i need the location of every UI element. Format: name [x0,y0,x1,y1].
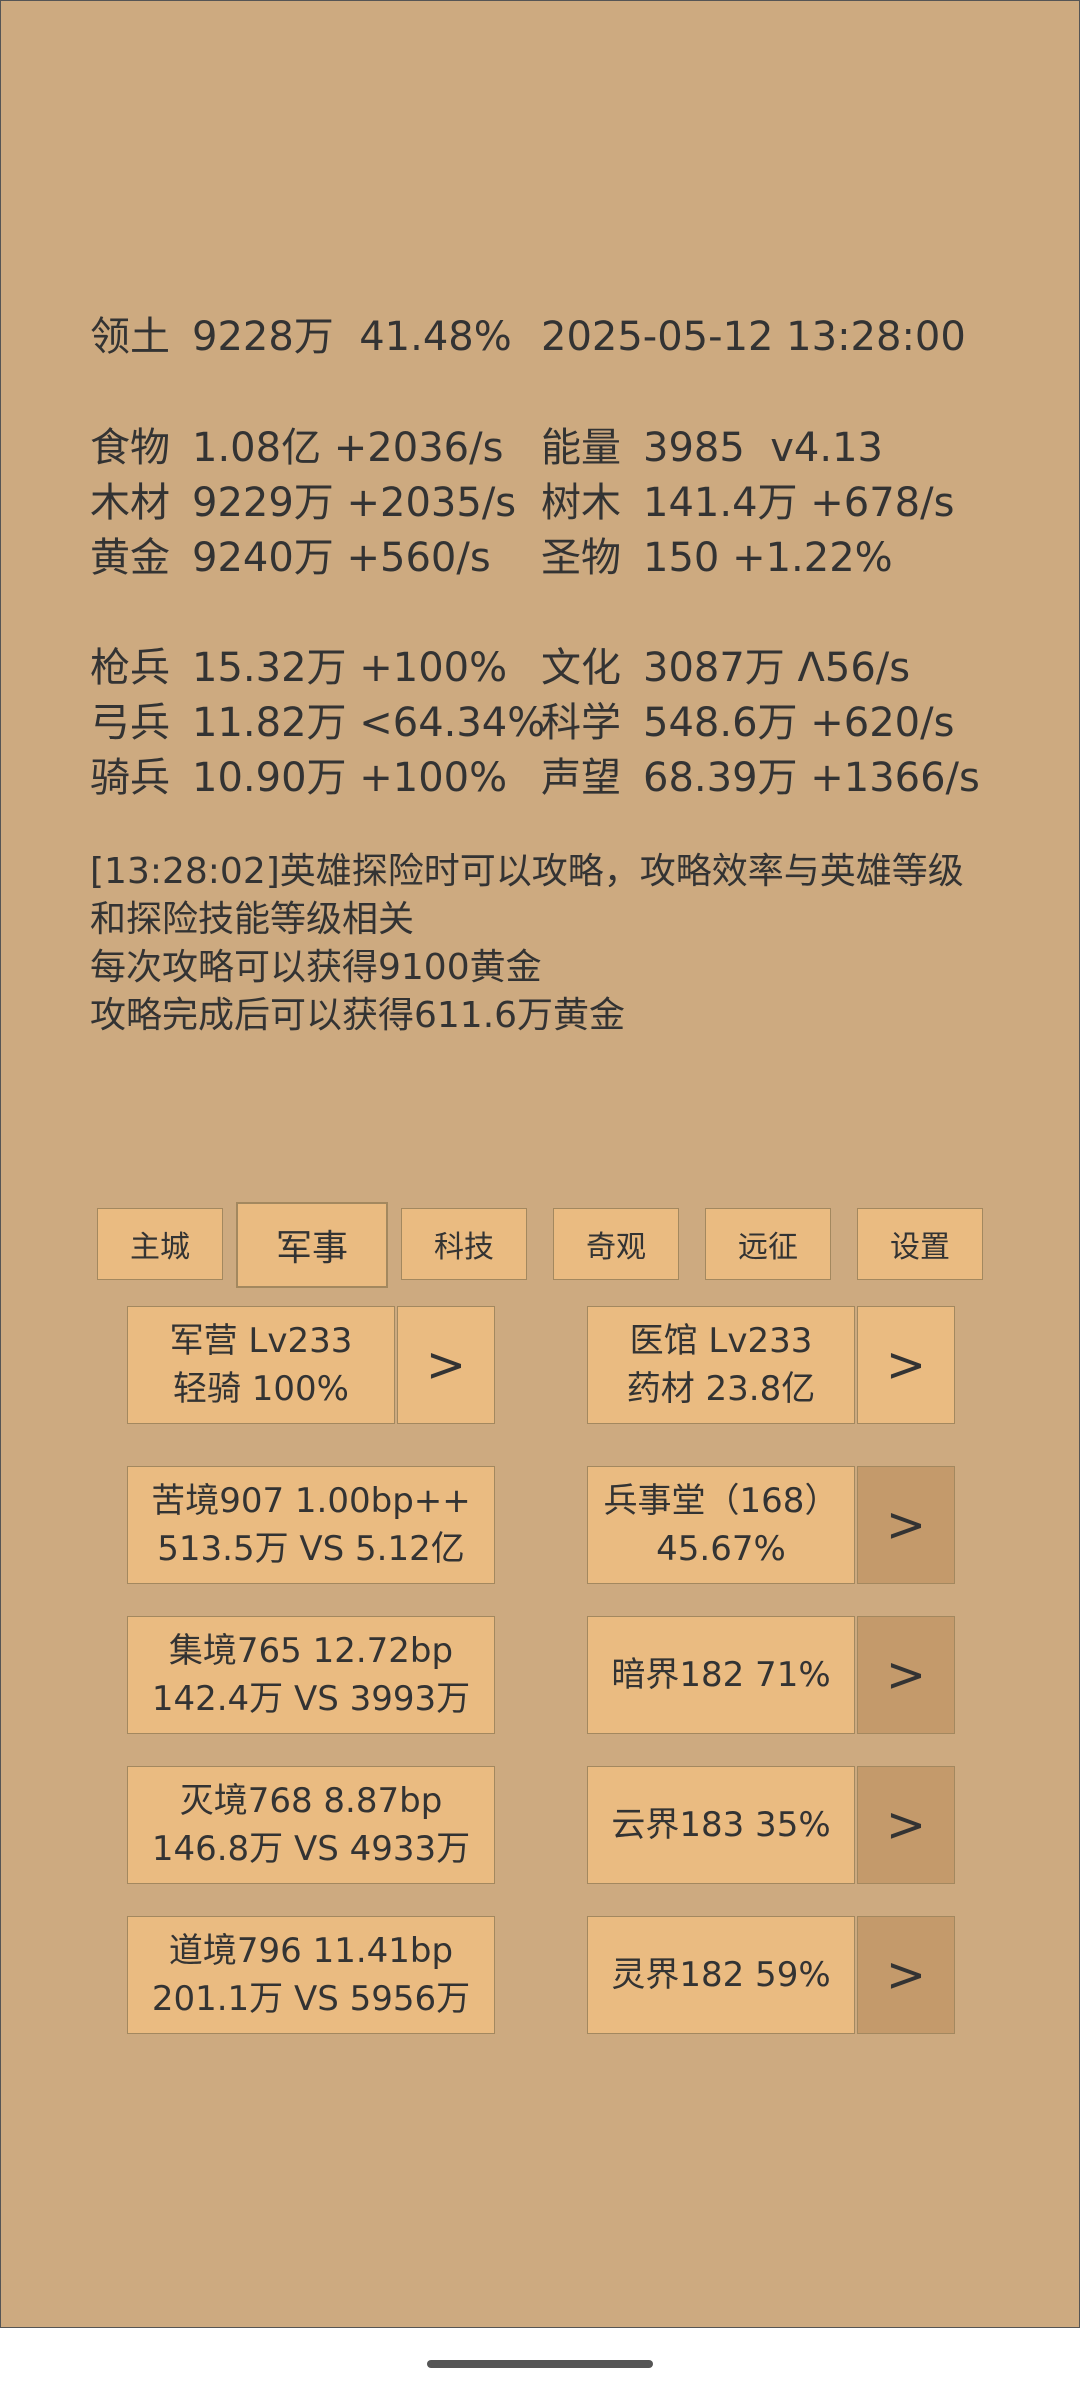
military-hall-title: 兵事堂（168） [603,1481,839,1521]
energy-value: 3985 v4.13 [643,425,883,471]
game-screen: 领土 9228万 41.48% 2025-05-12 13:28:00 食物 1… [0,0,1080,2328]
territory-value: 9228万 41.48% [192,314,512,360]
science-value: 548.6万 +620/s [643,700,955,746]
trees-value: 141.4万 +678/s [643,480,955,526]
science-label: 科学 [541,700,621,746]
world-label: 云界183 35% [611,1805,831,1845]
realm-name: 道境796 11.41bp [168,1931,454,1971]
world-card[interactable]: 灵界182 59% [587,1916,855,2034]
trees-label: 树木 [541,480,621,526]
relic-label: 圣物 [541,535,621,581]
realm-card[interactable]: 苦境907 1.00bp++ 513.5万 VS 5.12亿 [127,1466,495,1584]
culture-value: 3087万 Λ56/s [643,645,911,691]
hospital-level: 医馆 Lv233 [629,1321,813,1361]
realm-name: 苦境907 1.00bp++ [151,1481,471,1521]
food-label: 食物 [90,425,170,471]
game-datetime: 2025-05-12 13:28:00 [541,314,966,360]
barracks-arrow-button[interactable]: > [397,1306,495,1424]
log-line: 每次攻略可以获得9100黄金 [90,947,542,988]
archers-label: 弓兵 [90,700,170,746]
spearmen-label: 枪兵 [90,645,170,691]
tab-wonders[interactable]: 奇观 [553,1208,679,1280]
realm-card[interactable]: 道境796 11.41bp 201.1万 VS 5956万 [127,1916,495,2034]
barracks-level: 军营 Lv233 [169,1321,353,1361]
realm-card[interactable]: 灭境768 8.87bp 146.8万 VS 4933万 [127,1766,495,1884]
tab-expedition[interactable]: 远征 [705,1208,831,1280]
message-log: [13:28:02]英雄探险时可以攻略，攻略效率与英雄等级和探险技能等级相关 每… [90,848,990,1040]
cavalry-value: 10.90万 +100% [192,755,508,801]
prestige-value: 68.39万 +1366/s [643,755,980,801]
log-line: [13:28:02]英雄探险时可以攻略，攻略效率与英雄等级和探险技能等级相关 [90,851,964,940]
spearmen-value: 15.32万 +100% [192,645,508,691]
food-value: 1.08亿 +2036/s [192,425,504,471]
relic-value: 150 +1.22% [643,535,893,581]
world-card[interactable]: 暗界182 71% [587,1616,855,1734]
cavalry-label: 骑兵 [90,755,170,801]
military-hall-arrow-button[interactable]: > [857,1466,955,1584]
home-indicator[interactable] [427,2360,653,2368]
gold-value: 9240万 +560/s [192,535,491,581]
military-hall-card[interactable]: 兵事堂（168） 45.67% [587,1466,855,1584]
tab-settings[interactable]: 设置 [857,1208,983,1280]
realm-name: 灭境768 8.87bp [179,1781,443,1821]
world-arrow-button[interactable]: > [857,1916,955,2034]
prestige-label: 声望 [541,755,621,801]
hospital-arrow-button[interactable]: > [857,1306,955,1424]
wood-value: 9229万 +2035/s [192,480,517,526]
military-hall-progress: 45.67% [656,1529,786,1569]
world-label: 暗界182 71% [611,1655,831,1695]
world-arrow-button[interactable]: > [857,1616,955,1734]
realm-power: 142.4万 VS 3993万 [151,1679,471,1719]
world-label: 灵界182 59% [611,1955,831,1995]
realm-power: 513.5万 VS 5.12亿 [157,1529,465,1569]
gold-label: 黄金 [90,535,170,581]
realm-power: 201.1万 VS 5956万 [151,1979,471,2019]
realm-card[interactable]: 集境765 12.72bp 142.4万 VS 3993万 [127,1616,495,1734]
world-card[interactable]: 云界183 35% [587,1766,855,1884]
world-arrow-button[interactable]: > [857,1766,955,1884]
wood-label: 木材 [90,480,170,526]
tab-military[interactable]: 军事 [236,1202,388,1288]
barracks-unit: 轻骑 100% [172,1369,349,1409]
culture-label: 文化 [541,645,621,691]
tab-technology[interactable]: 科技 [401,1208,527,1280]
hospital-herbs: 药材 23.8亿 [626,1369,816,1409]
hospital-card[interactable]: 医馆 Lv233 药材 23.8亿 [587,1306,855,1424]
realm-power: 146.8万 VS 4933万 [151,1829,471,1869]
archers-value: 11.82万 <64.34% [192,700,546,746]
energy-label: 能量 [541,425,621,471]
barracks-card[interactable]: 军营 Lv233 轻骑 100% [127,1306,395,1424]
tab-main-city[interactable]: 主城 [97,1208,223,1280]
log-line: 攻略完成后可以获得611.6万黄金 [90,995,626,1036]
realm-name: 集境765 12.72bp [168,1631,454,1671]
territory-label: 领土 [90,314,170,360]
